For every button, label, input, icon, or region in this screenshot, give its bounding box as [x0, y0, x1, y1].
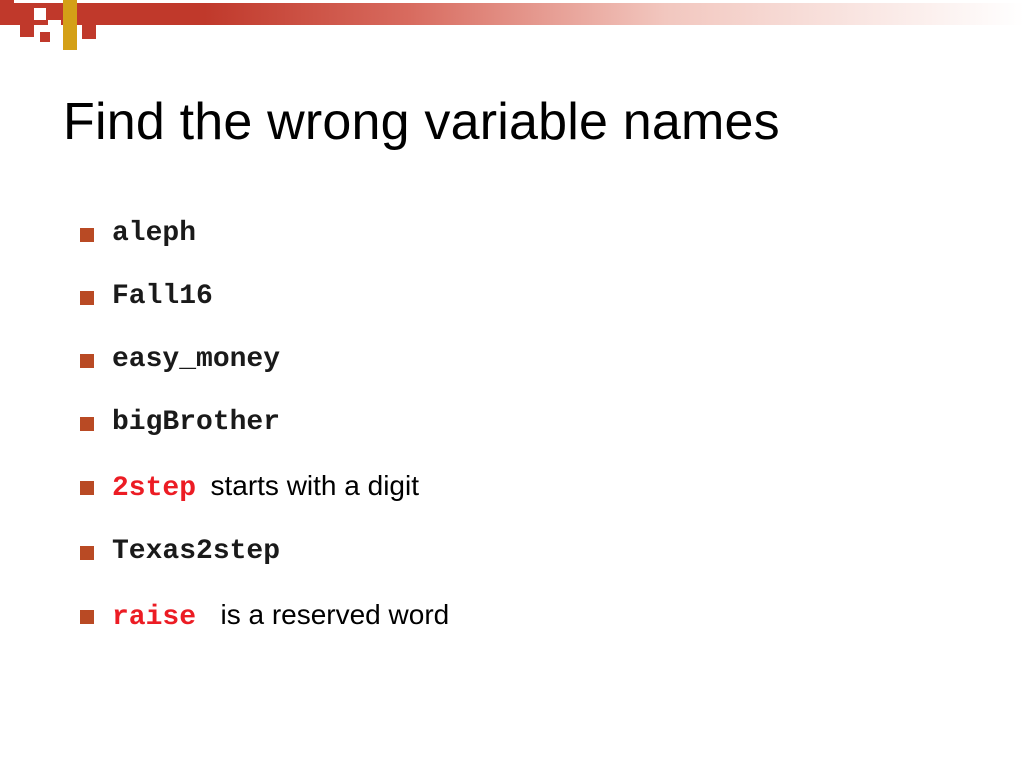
bullet-icon — [80, 354, 94, 368]
variable-name: easy_money — [112, 344, 280, 375]
list-item: raise is a reserved word — [80, 599, 449, 633]
list-item: aleph — [80, 218, 449, 249]
pixel-block-icon — [20, 25, 34, 37]
slide-title: Find the wrong variable names — [63, 92, 780, 152]
variable-name: Fall16 — [112, 281, 213, 312]
variable-name: Texas2step — [112, 536, 280, 567]
variable-name-invalid: raise — [112, 602, 196, 633]
pixel-block-icon — [63, 14, 77, 50]
list-item: Texas2step — [80, 536, 449, 567]
list-item: 2step starts with a digit — [80, 470, 449, 504]
list-item: easy_money — [80, 344, 449, 375]
variable-name-invalid: 2step — [112, 473, 196, 504]
pixel-block-icon — [82, 25, 96, 39]
bullet-icon — [80, 228, 94, 242]
slide: Find the wrong variable names aleph Fall… — [0, 0, 1024, 768]
pixel-block-icon — [34, 8, 46, 20]
list-item: bigBrother — [80, 407, 449, 438]
bullet-icon — [80, 610, 94, 624]
bullet-icon — [80, 291, 94, 305]
pixel-block-icon — [40, 32, 50, 42]
top-banner — [0, 0, 1024, 36]
annotation: starts with a digit — [210, 470, 419, 501]
bullet-icon — [80, 417, 94, 431]
bullet-icon — [80, 481, 94, 495]
bullet-icon — [80, 546, 94, 560]
annotation: is a reserved word — [220, 599, 449, 630]
pixel-block-icon — [0, 0, 14, 3]
variable-name: aleph — [112, 218, 196, 249]
banner-gradient — [0, 3, 1024, 25]
variable-name: bigBrother — [112, 407, 280, 438]
list-item: Fall16 — [80, 281, 449, 312]
pixel-block-icon — [63, 0, 77, 14]
bullet-list: aleph Fall16 easy_money bigBrother 2step… — [80, 218, 449, 665]
